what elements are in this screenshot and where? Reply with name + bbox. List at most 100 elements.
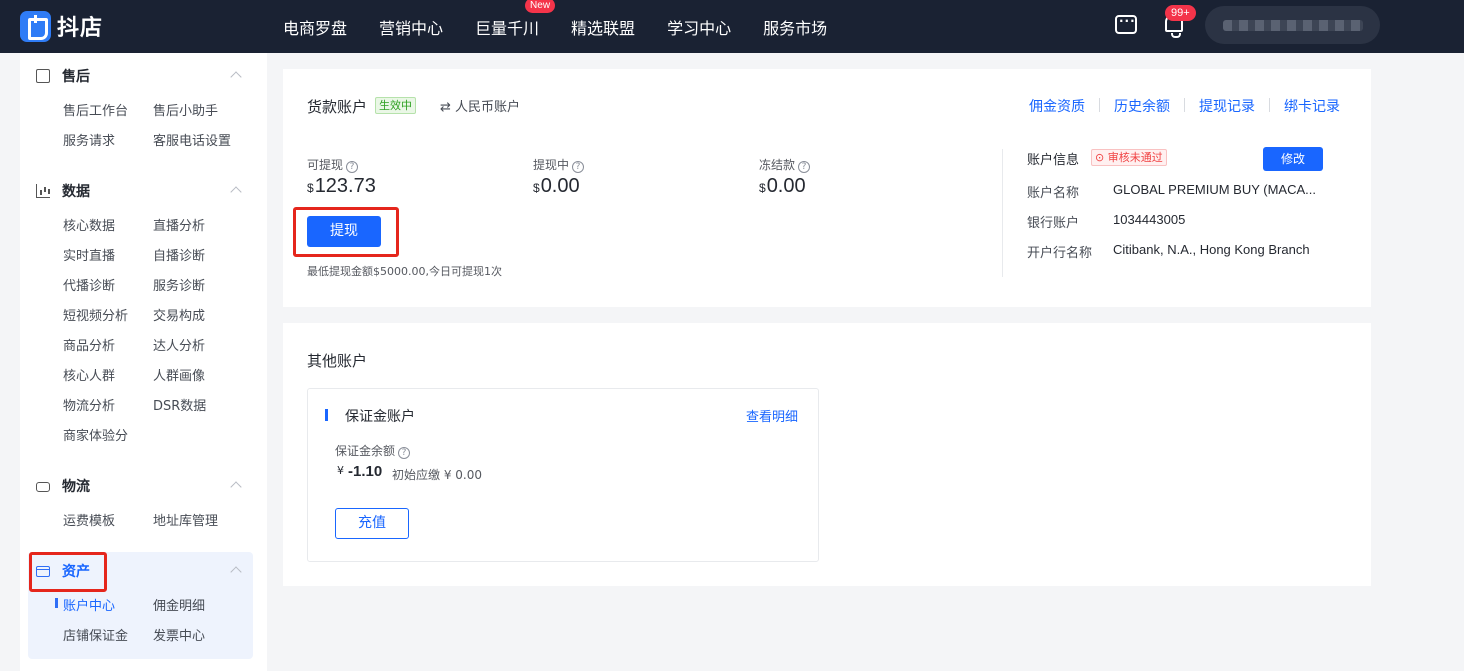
sidebar-item[interactable]: DSR数据 <box>153 395 206 414</box>
card-binding-records-link[interactable]: 绑卡记录 <box>1284 96 1340 116</box>
sidebar-item-phone-settings[interactable]: 客服电话设置 <box>153 130 231 149</box>
nav-item-compass[interactable]: 电商罗盘 <box>283 15 347 39</box>
sidebar-item[interactable]: 服务诊断 <box>153 275 205 294</box>
sidebar-item-after-sales-helper[interactable]: 售后小助手 <box>153 100 218 119</box>
sidebar-item-store-deposit[interactable]: 店铺保证金 <box>63 625 128 644</box>
other-accounts-title: 其他账户 <box>307 352 368 370</box>
sidebar-item-invoice-center[interactable]: 发票中心 <box>153 625 205 644</box>
deposit-balance-label-text: 保证金余额 <box>335 444 396 458</box>
nav-item-label: 巨量千川 <box>475 18 540 38</box>
sidebar-item-shipping-template[interactable]: 运费模板 <box>63 510 115 529</box>
sidebar-section-after-sales[interactable]: 售后 <box>36 66 90 86</box>
account-title: 货款账户 <box>307 98 368 116</box>
notification-badge: 99+ <box>1165 5 1196 21</box>
section-title: 数据 <box>62 184 90 200</box>
help-icon[interactable]: ? <box>798 161 811 173</box>
divider <box>1099 98 1100 112</box>
recharge-button[interactable]: 充值 <box>335 508 409 539</box>
nav-item-marketing[interactable]: 营销中心 <box>379 15 443 39</box>
currency-symbol: $ <box>759 181 766 195</box>
frozen-amount: $0.00 <box>759 175 806 198</box>
deposit-title: 保证金账户 <box>345 409 415 425</box>
sidebar-item[interactable]: 自播诊断 <box>153 245 205 264</box>
sidebar-section-logistics[interactable]: 物流 <box>36 476 90 496</box>
sidebar-item[interactable]: 达人分析 <box>153 335 205 354</box>
nav-item-service-market[interactable]: 服务市场 <box>763 15 827 39</box>
message-icon[interactable] <box>1115 14 1137 34</box>
sidebar-item[interactable]: 物流分析 <box>63 395 115 414</box>
history-balance-link[interactable]: 历史余额 <box>1114 96 1170 116</box>
status-badge: 生效中 <box>375 97 416 114</box>
divider <box>1184 98 1185 112</box>
chevron-up-icon[interactable] <box>230 186 242 198</box>
edit-button[interactable]: 修改 <box>1263 147 1323 171</box>
divider <box>1269 98 1270 112</box>
nav-item-qianchuan[interactable]: 巨量千川 New <box>475 0 556 39</box>
info-label: 开户行名称 <box>1027 246 1093 261</box>
payment-account-card: 货款账户 生效中 ⇄ 人民币账户 佣金资质 历史余额 提现记录 绑卡记录 可提现… <box>283 69 1371 307</box>
help-icon[interactable]: ? <box>398 447 411 459</box>
deposit-balance-label: 保证金余额? <box>335 442 411 459</box>
info-label: 银行账户 <box>1027 216 1080 231</box>
nav-item-alliance[interactable]: 精选联盟 <box>571 15 635 39</box>
bank-name-value: Citibank, N.A., Hong Kong Branch <box>1113 242 1310 257</box>
deposit-account-panel: 保证金账户 查看明细 保证金余额? ¥ -1.10 初始应缴 ¥ 0.00 充值 <box>307 388 819 562</box>
active-indicator <box>55 598 58 608</box>
user-account-menu[interactable] <box>1205 6 1380 44</box>
sidebar-item-after-sales-workbench[interactable]: 售后工作台 <box>63 100 128 119</box>
withdraw-records-link[interactable]: 提现记录 <box>1199 96 1255 116</box>
review-status-text: 审核未通过 <box>1107 151 1163 164</box>
sidebar-item[interactable]: 商品分析 <box>63 335 115 354</box>
balance-label-text: 提现中 <box>533 158 570 172</box>
bank-account-value: 1034443005 <box>1113 212 1186 227</box>
new-badge: New <box>525 0 556 13</box>
sidebar-item-address-library[interactable]: 地址库管理 <box>153 510 218 529</box>
sidebar-item-account-center[interactable]: 账户中心 <box>63 595 115 614</box>
amount-value: 0.00 <box>766 175 806 197</box>
nav-item-learning[interactable]: 学习中心 <box>667 15 731 39</box>
sidebar-item[interactable]: 直播分析 <box>153 215 205 234</box>
sidebar-section-data[interactable]: 数据 <box>36 181 90 201</box>
vertical-divider <box>1002 149 1003 277</box>
initial-deposit: 初始应缴 ¥ 0.00 <box>392 468 482 482</box>
sidebar-item[interactable]: 核心人群 <box>63 365 115 384</box>
withdraw-note: 最低提现金额$5000.00,今日可提现1次 <box>307 265 502 278</box>
withdrawing-amount: $0.00 <box>533 175 580 198</box>
section-title: 物流 <box>62 479 90 495</box>
logo-text: 抖店 <box>57 16 104 41</box>
chevron-up-icon[interactable] <box>230 481 242 493</box>
help-icon[interactable]: ? <box>346 161 359 173</box>
chevron-up-icon[interactable] <box>230 71 242 83</box>
currency-symbol: $ <box>533 181 540 195</box>
commission-qualification-link[interactable]: 佣金资质 <box>1029 96 1085 116</box>
sidebar-item-commission-detail[interactable]: 佣金明细 <box>153 595 205 614</box>
logo[interactable]: 抖店 <box>20 10 103 42</box>
other-accounts-card: 其他账户 保证金账户 查看明细 保证金余额? ¥ -1.10 初始应缴 ¥ 0.… <box>283 323 1371 586</box>
sidebar-item[interactable]: 代播诊断 <box>63 275 115 294</box>
sidebar-item[interactable]: 核心数据 <box>63 215 115 234</box>
switch-currency-link[interactable]: ⇄ 人民币账户 <box>440 96 520 115</box>
main-nav: 电商罗盘 营销中心 巨量千川 New 精选联盟 学习中心 服务市场 <box>283 0 859 53</box>
balance-label: 提现中? <box>533 156 585 173</box>
sidebar-item[interactable]: 交易构成 <box>153 305 205 324</box>
amount-value: 123.73 <box>314 175 376 197</box>
panel-accent-bar <box>325 409 328 421</box>
amount-value: 0.00 <box>540 175 580 197</box>
sidebar-item[interactable]: 短视频分析 <box>63 305 128 324</box>
view-detail-link[interactable]: 查看明细 <box>746 406 798 425</box>
sidebar-item[interactable]: 商家体验分 <box>63 425 128 444</box>
currency-symbol: $ <box>307 181 314 195</box>
sidebar-item[interactable]: 人群画像 <box>153 365 205 384</box>
review-status-badge: ⊙ 审核未通过 <box>1091 149 1167 166</box>
box-icon <box>36 69 50 83</box>
sidebar-item[interactable]: 实时直播 <box>63 245 115 264</box>
currency-symbol: ¥ <box>337 464 344 477</box>
chart-icon <box>36 184 50 198</box>
balance-label: 冻结款? <box>759 156 811 173</box>
sidebar-item-service-request[interactable]: 服务请求 <box>63 130 115 149</box>
logo-icon <box>20 10 51 42</box>
balance-label-text: 可提现 <box>307 158 344 172</box>
help-icon[interactable]: ? <box>572 161 585 173</box>
deposit-amount: -1.10 <box>348 463 383 480</box>
info-label: 账户名称 <box>1027 186 1080 201</box>
